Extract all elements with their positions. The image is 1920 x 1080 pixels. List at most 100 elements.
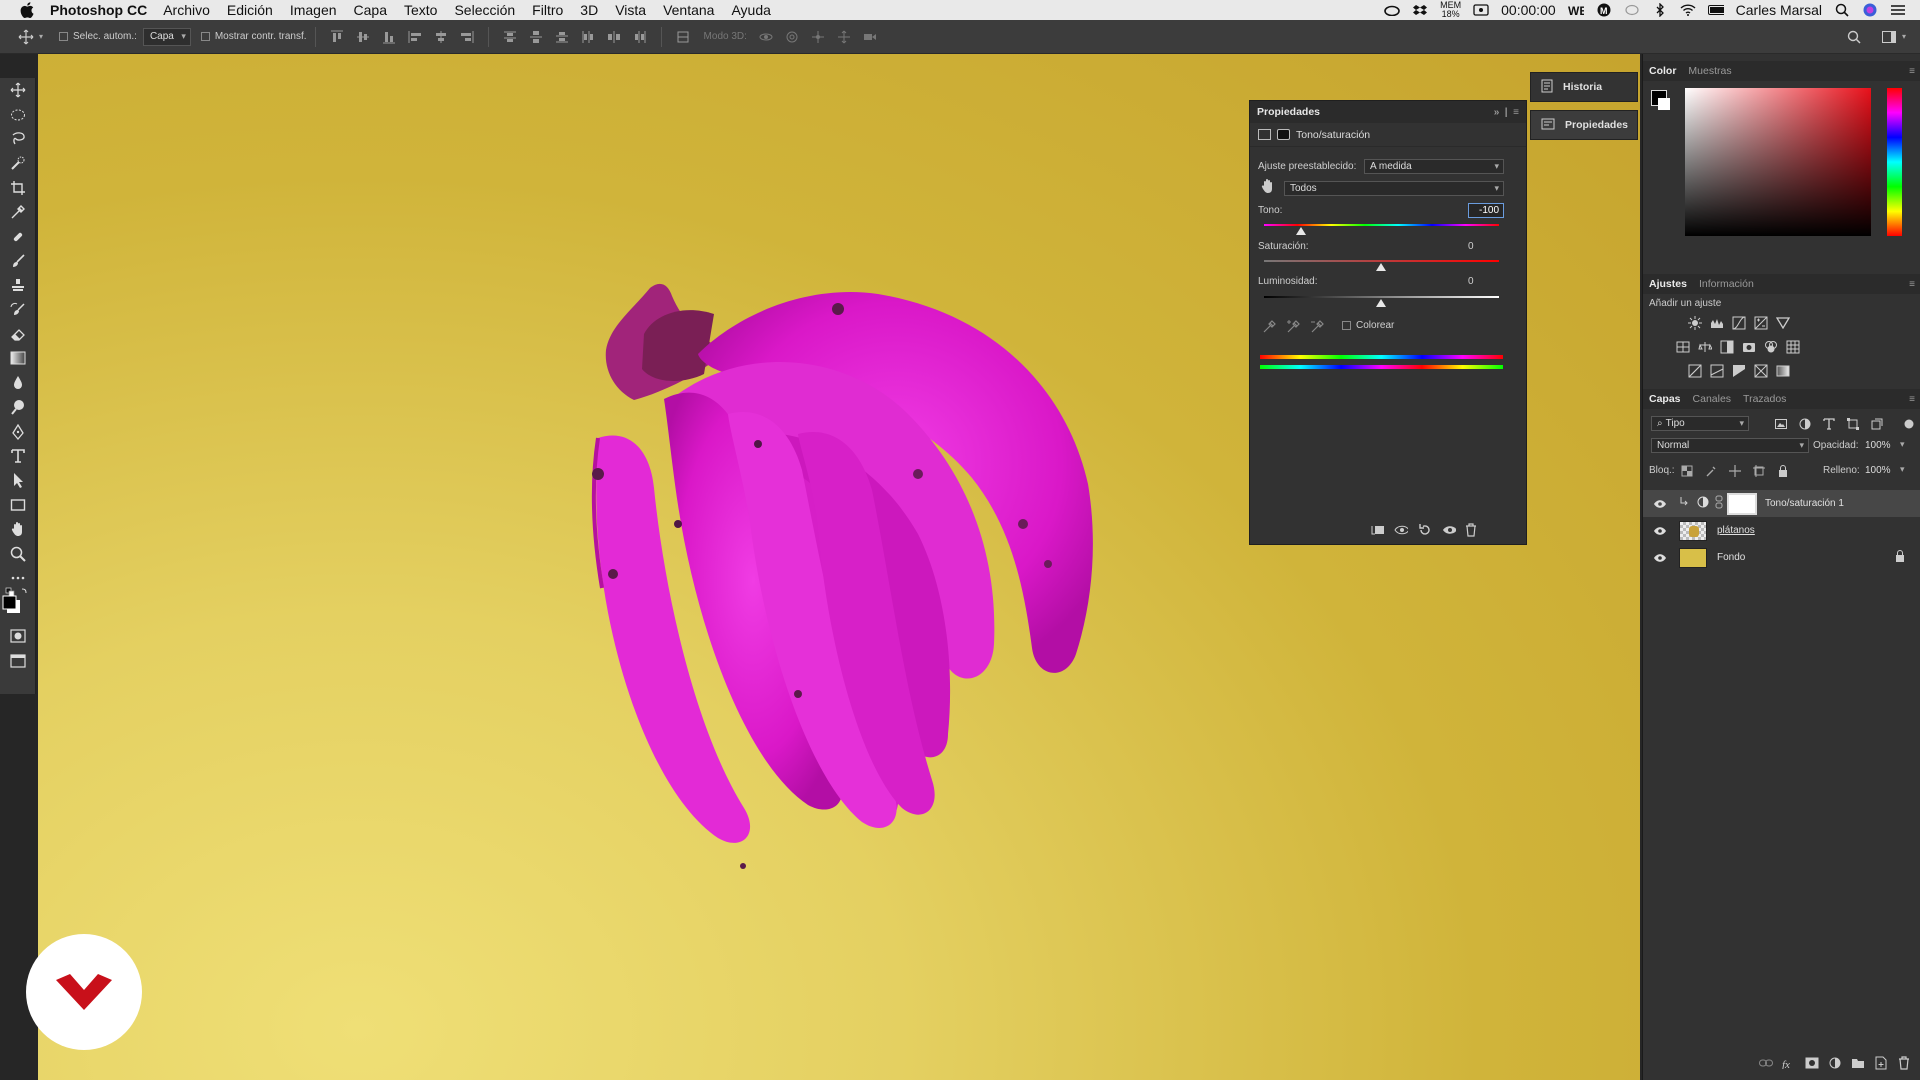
wifi-icon[interactable]	[1680, 3, 1696, 17]
dropbox-icon[interactable]	[1412, 3, 1428, 17]
distribute-left-icon[interactable]	[580, 29, 596, 45]
delete-layer-icon[interactable]	[1897, 1056, 1911, 1070]
filter-shape-icon[interactable]	[1845, 417, 1861, 431]
menu-imagen[interactable]: Imagen	[290, 2, 337, 18]
preset-dropdown[interactable]: A medida	[1364, 159, 1504, 174]
lightness-value[interactable]: 0	[1468, 276, 1474, 287]
reset-icon[interactable]	[1418, 523, 1432, 537]
clone-stamp-tool-icon[interactable]	[0, 273, 36, 297]
eyedropper-tool-icon[interactable]	[0, 200, 36, 224]
fill-value[interactable]: 100%	[1865, 465, 1891, 476]
lock-pixels-icon[interactable]	[1703, 464, 1719, 478]
auto-select-dropdown[interactable]: Capa	[142, 27, 191, 46]
chain-link-icon[interactable]	[1715, 495, 1723, 512]
toggle-visibility-icon[interactable]	[1442, 523, 1456, 537]
mask-icon[interactable]	[1277, 129, 1290, 140]
filter-adjustment-icon[interactable]	[1797, 417, 1813, 431]
collapse-panel-icon[interactable]: » | ≡	[1494, 107, 1519, 118]
quick-mask-icon[interactable]	[0, 624, 36, 648]
blend-mode-dropdown[interactable]: Normal	[1651, 438, 1809, 453]
quick-selection-tool-icon[interactable]	[0, 151, 36, 175]
menu-3d[interactable]: 3D	[580, 2, 598, 18]
brightness-icon[interactable]	[1687, 316, 1703, 330]
menu-ventana[interactable]: Ventana	[663, 2, 714, 18]
auto-align-icon[interactable]	[675, 29, 691, 45]
gradient-map-icon[interactable]	[1775, 364, 1791, 378]
tab-swatches[interactable]: Muestras	[1688, 65, 1731, 77]
tab-channels[interactable]: Canales	[1693, 393, 1732, 405]
fx-icon[interactable]: fx	[1782, 1056, 1796, 1070]
levels-icon[interactable]	[1709, 316, 1725, 330]
eyedropper-icon[interactable]	[1262, 319, 1276, 336]
eyedropper-plus-icon[interactable]	[1286, 319, 1300, 336]
filter-smart-object-icon[interactable]	[1869, 417, 1885, 431]
align-hcenter-icon[interactable]	[433, 29, 449, 45]
layer-mask-thumbnail[interactable]	[1727, 492, 1757, 515]
visibility-eye-icon[interactable]	[1649, 526, 1671, 536]
siri-icon[interactable]	[1862, 3, 1878, 17]
filter-pixel-icon[interactable]	[1773, 417, 1789, 431]
new-layer-icon[interactable]	[1874, 1056, 1888, 1070]
panel-menu-icon[interactable]: ≡	[1909, 66, 1915, 77]
align-vcenter-icon[interactable]	[355, 29, 371, 45]
distribute-vcenter-icon[interactable]	[528, 29, 544, 45]
history-panel-button[interactable]: Historia	[1530, 72, 1638, 102]
app-m-icon[interactable]: M	[1596, 3, 1612, 17]
align-left-icon[interactable]	[407, 29, 423, 45]
selective-color-icon[interactable]	[1753, 364, 1769, 378]
vibrance-icon[interactable]	[1775, 316, 1791, 330]
lightness-slider-thumb[interactable]	[1376, 299, 1386, 307]
distribute-bottom-icon[interactable]	[554, 29, 570, 45]
color-picker-field[interactable]	[1685, 88, 1871, 236]
3d-orbit-icon[interactable]	[758, 29, 774, 45]
hand-tool-icon[interactable]	[0, 517, 36, 541]
new-group-icon[interactable]	[1851, 1056, 1865, 1070]
marquee-tool-icon[interactable]	[0, 102, 36, 126]
crop-tool-icon[interactable]	[0, 176, 36, 200]
hue-value-input[interactable]: -100	[1468, 203, 1504, 218]
adjustment-layer-icon[interactable]	[1258, 129, 1271, 140]
wechat-icon[interactable]: WE	[1568, 3, 1584, 17]
lock-position-icon[interactable]	[1727, 464, 1743, 478]
menu-edicion[interactable]: Edición	[227, 2, 273, 18]
layer-name[interactable]: plátanos	[1717, 525, 1755, 536]
bluetooth-icon[interactable]	[1652, 3, 1668, 17]
layer-lock-icon[interactable]	[1895, 550, 1905, 565]
targeted-adjustment-icon[interactable]	[1260, 178, 1274, 197]
fill-chevron-icon[interactable]: ▾	[1900, 464, 1905, 475]
hue-saturation-icon[interactable]	[1675, 340, 1691, 354]
search-icon[interactable]	[1846, 29, 1862, 45]
lightness-slider-track[interactable]	[1264, 296, 1499, 298]
filter-toggle-icon[interactable]	[1901, 417, 1917, 431]
spotlight-search-icon[interactable]	[1834, 3, 1850, 17]
layer-row[interactable]: Tono/saturación 1	[1643, 490, 1920, 517]
brush-tool-icon[interactable]	[0, 249, 36, 273]
menu-archivo[interactable]: Archivo	[163, 2, 210, 18]
apple-icon[interactable]	[18, 1, 36, 19]
align-bottom-icon[interactable]	[381, 29, 397, 45]
tab-info[interactable]: Información	[1699, 278, 1754, 290]
eyedropper-minus-icon[interactable]	[1310, 319, 1324, 336]
background-color-swatch[interactable]	[1658, 98, 1670, 110]
panel-menu-icon[interactable]: ≡	[1909, 394, 1915, 405]
layer-filter-dropdown[interactable]: ⌕ Tipo	[1651, 416, 1749, 431]
distribute-right-icon[interactable]	[632, 29, 648, 45]
zoom-tool-icon[interactable]	[0, 541, 36, 565]
screen-mode-icon[interactable]	[0, 649, 36, 673]
threshold-icon[interactable]	[1731, 364, 1747, 378]
hue-slider-track[interactable]	[1264, 224, 1499, 226]
notification-center-icon[interactable]	[1890, 3, 1906, 17]
3d-slide-icon[interactable]	[836, 29, 852, 45]
3d-pan-icon[interactable]	[810, 29, 826, 45]
chat-bubble-icon[interactable]	[1624, 3, 1640, 17]
new-adjustment-icon[interactable]	[1828, 1056, 1842, 1070]
eraser-tool-icon[interactable]	[0, 322, 36, 346]
menu-vista[interactable]: Vista	[615, 2, 646, 18]
tab-adjustments[interactable]: Ajustes	[1649, 278, 1687, 290]
pen-tool-icon[interactable]	[0, 419, 36, 443]
screen-record-icon[interactable]	[1473, 3, 1489, 17]
lock-artboard-icon[interactable]	[1751, 464, 1767, 478]
color-swatches[interactable]	[0, 587, 36, 624]
creative-cloud-icon[interactable]	[1384, 3, 1400, 17]
auto-select-checkbox[interactable]	[59, 32, 69, 41]
